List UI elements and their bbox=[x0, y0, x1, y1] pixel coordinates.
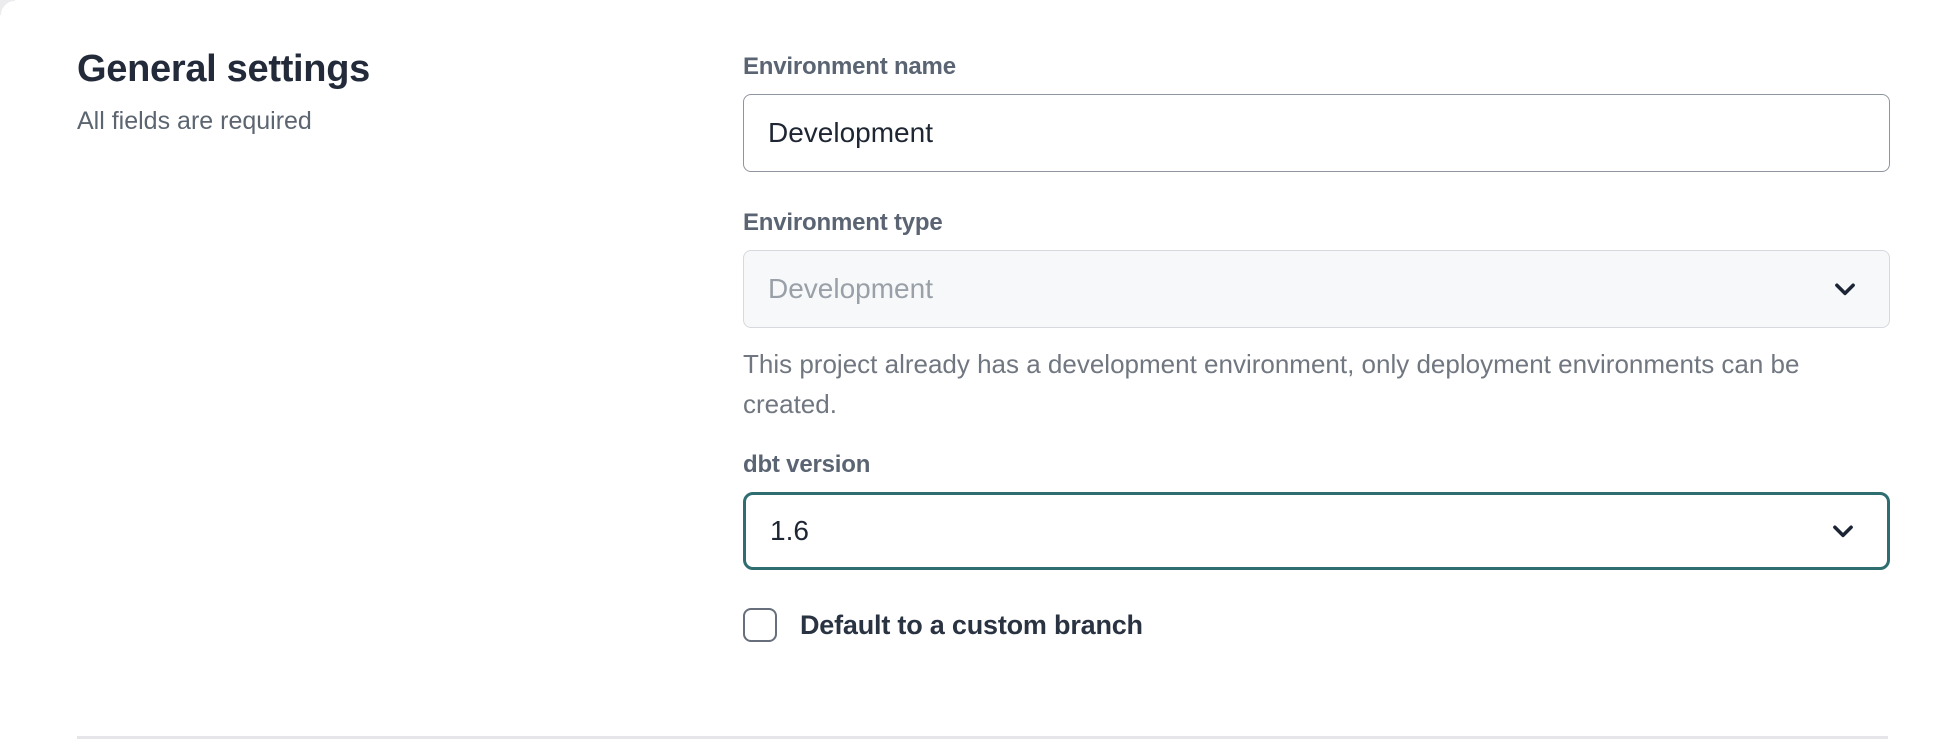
environment-type-select: Development bbox=[743, 250, 1890, 328]
section-divider bbox=[77, 736, 1888, 739]
page-subtitle: All fields are required bbox=[77, 105, 743, 137]
custom-branch-checkbox[interactable] bbox=[743, 608, 777, 642]
general-settings-page: General settings All fields are required… bbox=[0, 0, 1958, 642]
environment-name-input[interactable] bbox=[743, 94, 1890, 172]
custom-branch-checkbox-row[interactable]: Default to a custom branch bbox=[743, 608, 1890, 642]
environment-type-label: Environment type bbox=[743, 208, 1890, 238]
chevron-down-icon bbox=[1829, 273, 1861, 305]
page-title: General settings bbox=[77, 46, 743, 92]
custom-branch-checkbox-label[interactable]: Default to a custom branch bbox=[800, 610, 1143, 641]
environment-type-helper-text: This project already has a development e… bbox=[743, 344, 1863, 424]
section-header: General settings All fields are required bbox=[77, 44, 743, 642]
page-corner-artifact bbox=[0, 0, 15, 15]
dbt-version-label: dbt version bbox=[743, 450, 1890, 480]
environment-name-field-group: Environment name bbox=[743, 52, 1890, 172]
environment-name-label: Environment name bbox=[743, 52, 1890, 82]
environment-type-selected-value: Development bbox=[768, 273, 933, 305]
environment-type-field-group: Environment type Development This projec… bbox=[743, 208, 1890, 424]
dbt-version-field-group: dbt version 1.6 bbox=[743, 450, 1890, 570]
dbt-version-selected-value: 1.6 bbox=[770, 515, 809, 547]
dbt-version-select[interactable]: 1.6 bbox=[743, 492, 1890, 570]
settings-form: Environment name Environment type Develo… bbox=[743, 44, 1890, 642]
chevron-down-icon bbox=[1827, 515, 1859, 547]
